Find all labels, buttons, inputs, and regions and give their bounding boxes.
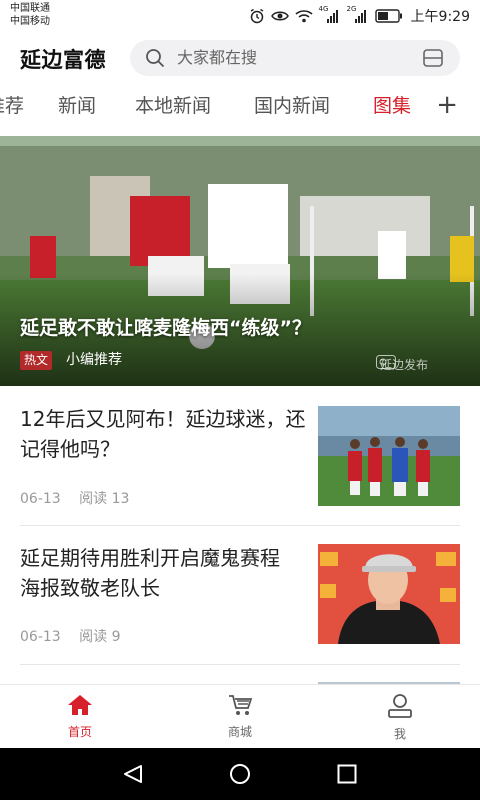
signal-icon-1: 4G <box>319 5 341 23</box>
cart-icon <box>227 695 253 721</box>
hot-tag-badge: 热文 <box>20 351 53 370</box>
news-reads: 阅读 13 <box>79 491 130 507</box>
system-navigation-bar <box>0 748 480 800</box>
tab-recommend[interactable]: 推荐 <box>0 94 24 118</box>
wifi-icon <box>295 9 313 23</box>
home-circle-icon[interactable] <box>229 763 251 785</box>
app-title: 延边富德 <box>20 48 106 72</box>
add-tab-button[interactable]: + <box>436 92 458 118</box>
app-bar: 延边富德 大家都在搜 <box>0 32 480 86</box>
news-thumbnail <box>318 544 460 644</box>
bottom-navigation: 首页 商城 我 <box>0 684 480 749</box>
tab-local-news[interactable]: 本地新闻 <box>135 94 211 118</box>
nav-profile[interactable]: 我 <box>360 693 440 742</box>
carrier-1: 中国联通 <box>10 3 50 14</box>
status-bar: 中国联通 中国移动 4G 2G 上午9:29 <box>0 0 480 32</box>
signal-icon-2: 2G <box>347 5 369 23</box>
watermark-logo: 延边发布 <box>376 355 462 373</box>
tab-gallery[interactable]: 图集 <box>373 94 411 118</box>
news-date: 06-13 <box>20 491 61 507</box>
nav-profile-label: 我 <box>393 727 406 741</box>
status-icons: 4G 2G 上午9:29 <box>249 5 470 26</box>
profile-icon <box>387 694 413 723</box>
news-meta: 06-13 阅读 13 <box>20 488 143 508</box>
news-title: 延足期待用胜利开启魔鬼赛程 海报致敬老队长 <box>20 546 280 600</box>
hero-title: 延足敢不敢让喀麦隆梅西“练级”？ <box>20 317 311 339</box>
news-thumbnail <box>318 406 460 506</box>
nav-home[interactable]: 首页 <box>40 693 120 740</box>
news-title: 12年后又见阿布！延边球迷，还记得他吗？ <box>20 407 306 461</box>
news-reads: 阅读 9 <box>79 629 121 645</box>
category-tabs: 推荐 新闻 本地新闻 国内新闻 图集 + <box>0 86 480 132</box>
eye-icon <box>270 9 289 23</box>
divider <box>20 664 460 665</box>
tab-news[interactable]: 新闻 <box>58 94 96 118</box>
network-type-1: 4G <box>318 5 329 13</box>
hero-source: 小编推荐 <box>66 352 122 368</box>
nav-home-label: 首页 <box>67 725 92 739</box>
news-meta: 06-13 阅读 9 <box>20 626 135 646</box>
search-icon <box>145 48 165 72</box>
carrier-info: 中国联通 中国移动 <box>10 2 50 28</box>
home-icon <box>67 695 93 721</box>
scan-icon[interactable] <box>422 47 444 73</box>
news-item[interactable]: 延足期待用胜利开启魔鬼赛程 海报致敬老队长 06-13 阅读 9 <box>0 526 480 664</box>
hero-image <box>0 136 480 386</box>
search-bar[interactable]: 大家都在搜 <box>130 40 460 76</box>
back-icon[interactable] <box>122 764 144 784</box>
battery-icon <box>374 9 403 23</box>
nav-shop-label: 商城 <box>227 725 252 739</box>
hero-banner[interactable]: 延足敢不敢让喀麦隆梅西“练级”？ 热文 小编推荐 延边发布 <box>0 136 480 386</box>
alarm-icon <box>249 8 265 24</box>
tab-domestic-news[interactable]: 国内新闻 <box>254 94 330 118</box>
carrier-2: 中国移动 <box>10 16 50 27</box>
recents-icon[interactable] <box>337 764 357 784</box>
search-placeholder: 大家都在搜 <box>177 48 258 67</box>
news-date: 06-13 <box>20 629 61 645</box>
nav-shop[interactable]: 商城 <box>200 693 280 740</box>
news-item[interactable]: 12年后又见阿布！延边球迷，还记得他吗？ 06-13 阅读 13 <box>0 387 480 525</box>
clock: 上午9:29 <box>410 9 470 25</box>
network-type-2: 2G <box>346 5 357 13</box>
